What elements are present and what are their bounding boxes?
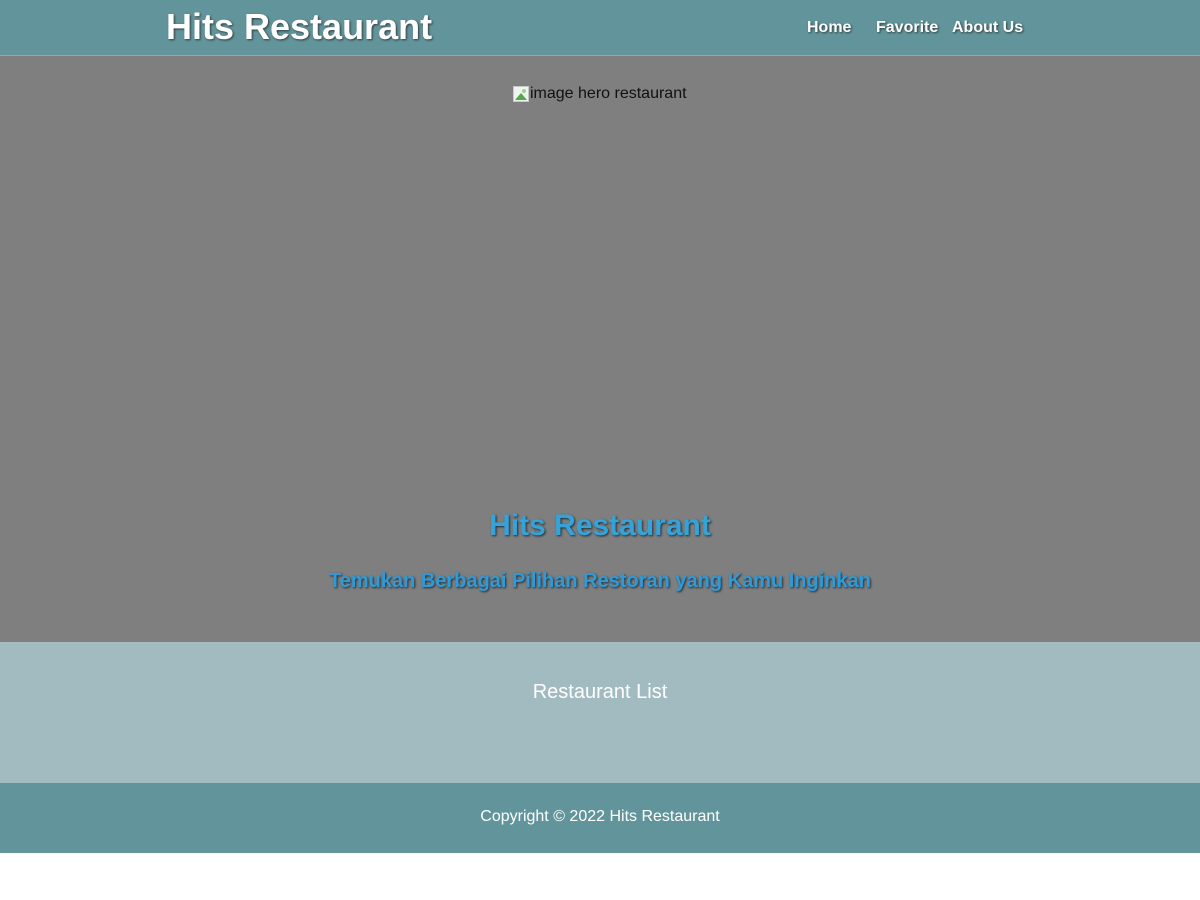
- nav-about-us-link[interactable]: About Us: [952, 17, 1023, 39]
- restaurant-list-section: Restaurant List: [0, 642, 1200, 783]
- main-nav: Home Favorite About Us: [0, 17, 1200, 39]
- hero-section: image hero restaurant Hits Restaurant Te…: [0, 56, 1200, 642]
- footer: Copyright © 2022 Hits Restaurant: [0, 783, 1200, 853]
- broken-image-icon: [513, 86, 529, 102]
- nav-favorite-link[interactable]: Favorite: [876, 17, 938, 39]
- hero-title: Hits Restaurant: [489, 509, 711, 542]
- footer-copyright: Copyright © 2022 Hits Restaurant: [480, 808, 720, 825]
- hero-image: image hero restaurant: [513, 84, 687, 104]
- hero-subtitle: Temukan Berbagai Pilihan Restoran yang K…: [329, 570, 871, 592]
- hero-image-alt-text: image hero restaurant: [530, 85, 687, 102]
- nav-home-link[interactable]: Home: [807, 17, 851, 39]
- app-bar: Hits Restaurant Home Favorite About Us: [0, 0, 1200, 56]
- restaurant-list-title: Restaurant List: [532, 681, 668, 703]
